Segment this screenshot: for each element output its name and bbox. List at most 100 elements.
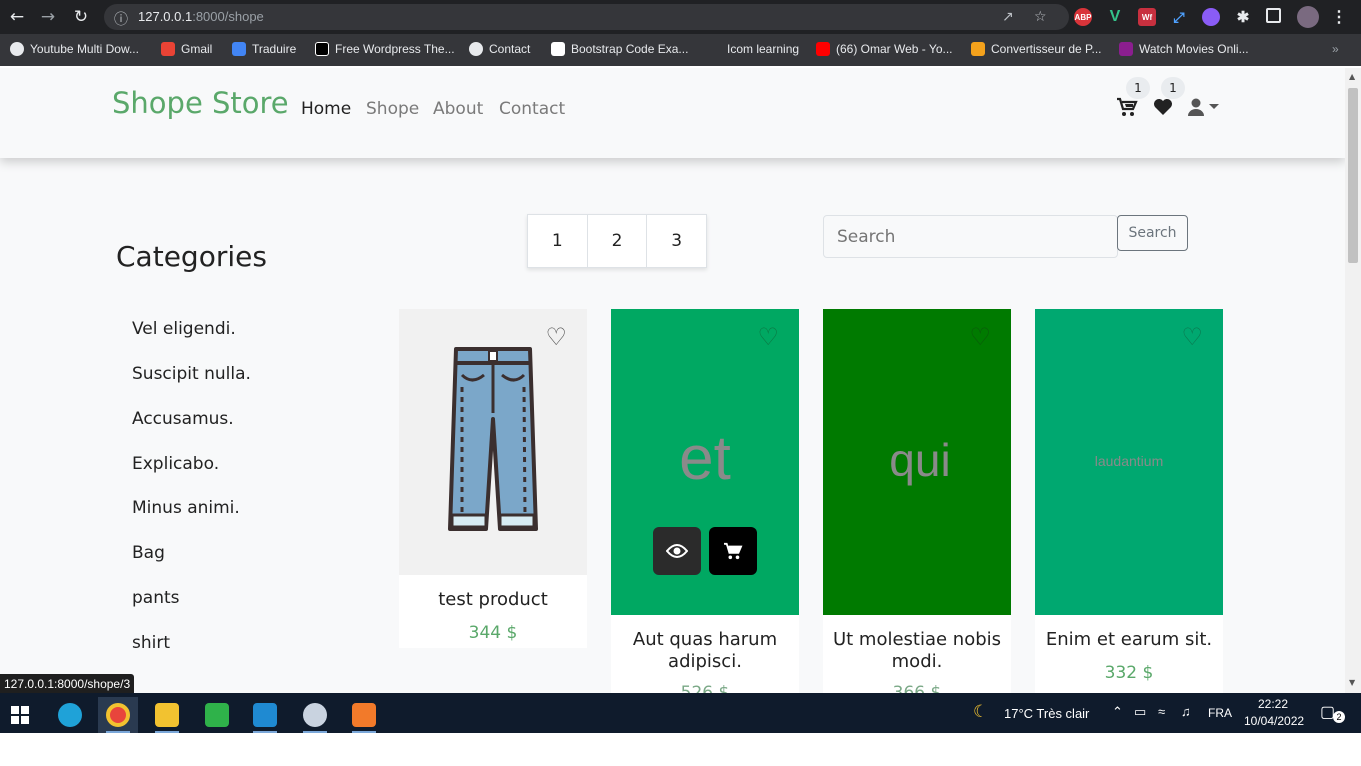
movies-icon <box>1119 42 1133 56</box>
category-item[interactable]: shirt <box>132 633 170 653</box>
product-title[interactable]: Aut quas harum adipisci. <box>611 629 799 673</box>
scroll-thumb[interactable] <box>1348 88 1358 263</box>
categories-title: Categories <box>116 240 267 273</box>
bookmark-item[interactable]: Contact <box>469 42 530 56</box>
chrome-icon[interactable] <box>98 697 138 733</box>
product-image[interactable]: et <box>611 309 799 615</box>
bookmark-item[interactable]: (66) Omar Web - Yo... <box>816 42 953 56</box>
more-bookmarks-icon[interactable]: » <box>1332 42 1339 56</box>
bookmark-item[interactable]: Watch Movies Onli... <box>1119 42 1249 56</box>
clock-date[interactable]: 10/04/2022 <box>1244 714 1304 728</box>
vscode-icon[interactable] <box>245 697 285 733</box>
bookmark-item[interactable]: Free Wordpress The... <box>315 42 455 56</box>
add-to-cart-button[interactable] <box>709 527 757 575</box>
sidepanel-icon[interactable] <box>1266 8 1281 23</box>
product-card[interactable]: laudantium ♡ Enim et earum sit. 332 $ <box>1035 309 1223 693</box>
clock-time[interactable]: 22:22 <box>1258 697 1288 711</box>
category-item[interactable]: Bag <box>132 543 165 563</box>
brand-logo[interactable]: Shope Store <box>112 86 289 120</box>
gmail-icon <box>161 42 175 56</box>
forward-icon[interactable]: → <box>37 6 59 28</box>
expand-icon[interactable]: ⤢ <box>1170 8 1188 26</box>
camtasia-icon[interactable] <box>197 697 237 733</box>
share-icon[interactable]: ↗ <box>1002 9 1014 25</box>
wishlist-heart-outline-icon[interactable]: ♡ <box>969 323 991 351</box>
search-input[interactable] <box>823 215 1118 258</box>
bookmark-star-icon[interactable]: ☆ <box>1034 9 1047 25</box>
tray-chevron-icon[interactable]: ⌃ <box>1112 704 1123 720</box>
wishlist-heart-outline-icon[interactable]: ♡ <box>1181 323 1203 351</box>
page-link-3[interactable]: 3 <box>647 215 706 267</box>
back-icon[interactable]: ← <box>6 6 28 28</box>
language-indicator[interactable]: FRA <box>1208 706 1232 720</box>
bookmark-item[interactable]: Icom learning <box>727 42 799 56</box>
category-item[interactable]: pants <box>132 588 180 608</box>
page-link-1[interactable]: 1 <box>528 215 588 267</box>
globe-icon <box>469 42 483 56</box>
product-title[interactable]: Enim et earum sit. <box>1035 629 1223 651</box>
nav-shope[interactable]: Shope <box>366 99 419 119</box>
notification-count: 2 <box>1333 711 1345 723</box>
cart-icon <box>724 542 743 560</box>
weather-text[interactable]: 17°C Très clair <box>1004 706 1089 721</box>
bookmark-item[interactable]: Bootstrap Code Exa... <box>551 42 688 56</box>
puzzle-icon[interactable]: ✱ <box>1234 8 1252 26</box>
product-card[interactable]: et ♡ Aut quas harum adipisci. 526 $ <box>611 309 799 693</box>
app-icon[interactable] <box>295 697 335 733</box>
eye-icon <box>666 544 688 558</box>
menu-dots-icon[interactable]: ⋮ <box>1330 8 1348 26</box>
cart-icon[interactable] <box>1116 97 1138 122</box>
windows-start-icon[interactable] <box>0 697 40 733</box>
nav-home[interactable]: Home <box>301 99 351 119</box>
category-item[interactable]: Accusamus. <box>132 409 234 429</box>
volume-icon[interactable]: ♫ <box>1181 704 1191 719</box>
blank-area <box>0 733 1361 766</box>
xampp-icon[interactable] <box>344 697 384 733</box>
bootstrap-icon <box>551 42 565 56</box>
file-explorer-icon[interactable] <box>147 697 187 733</box>
category-item[interactable]: Minus animi. <box>132 498 240 518</box>
tl-icon <box>315 42 329 56</box>
edge-icon[interactable] <box>50 697 90 733</box>
product-image[interactable]: laudantium <box>1035 309 1223 615</box>
battery-icon[interactable]: ▭ <box>1134 704 1146 720</box>
page-link-2[interactable]: 2 <box>588 215 648 267</box>
scroll-down-icon[interactable]: ▼ <box>1349 678 1355 687</box>
address-bar[interactable]: ⓘ 127.0.0.1:8000/shope ↗ ☆ <box>104 4 1069 30</box>
page-scrollbar[interactable]: ▲ ▼ <box>1345 68 1361 693</box>
product-image[interactable]: qui <box>823 309 1011 615</box>
bookmark-item[interactable]: Convertisseur de P... <box>971 42 1102 56</box>
info-icon[interactable]: ⓘ <box>114 9 128 29</box>
wishlist-heart-outline-icon[interactable]: ♡ <box>545 323 567 351</box>
bookmark-item[interactable]: Youtube Multi Dow... <box>10 42 139 56</box>
product-card[interactable]: qui ♡ Ut molestiae nobis modi. 366 $ <box>823 309 1011 693</box>
bookmarks-bar: Youtube Multi Dow... Gmail Traduire Free… <box>0 34 1361 66</box>
product-title[interactable]: test product <box>399 589 587 611</box>
adblock-icon[interactable]: ABP <box>1074 8 1092 26</box>
product-card[interactable]: ♡ test product 344 $ <box>399 309 587 648</box>
placeholder-text: et <box>679 423 731 493</box>
nav-contact[interactable]: Contact <box>499 99 565 119</box>
user-menu-icon[interactable] <box>1187 97 1221 121</box>
bookmark-item[interactable]: Gmail <box>161 42 212 56</box>
extension-v-icon[interactable]: V <box>1106 8 1124 26</box>
wishlist-heart-icon[interactable] <box>1153 97 1173 121</box>
category-item[interactable]: Suscipit nulla. <box>132 364 251 384</box>
site-navbar: Shope Store Home Shope About Contact 1 1 <box>0 68 1345 158</box>
reload-icon[interactable]: ↻ <box>70 6 92 28</box>
wishlist-heart-outline-icon[interactable]: ♡ <box>757 323 779 351</box>
category-item[interactable]: Vel eligendi. <box>132 319 236 339</box>
quick-view-button[interactable] <box>653 527 701 575</box>
search-button[interactable]: Search <box>1117 215 1188 251</box>
url-text: 127.0.0.1:8000/shope <box>138 9 264 24</box>
profile-avatar[interactable] <box>1297 6 1319 28</box>
category-item[interactable]: Explicabo. <box>132 454 219 474</box>
bookmark-item[interactable]: Traduire <box>232 42 296 56</box>
moon-icon[interactable]: ☾ <box>973 702 988 722</box>
extension-purple-icon[interactable] <box>1202 8 1220 26</box>
wifi-icon[interactable]: ≈ <box>1158 704 1165 719</box>
scroll-up-icon[interactable]: ▲ <box>1349 72 1355 81</box>
whatfont-icon[interactable]: Wf <box>1138 8 1156 26</box>
product-title[interactable]: Ut molestiae nobis modi. <box>823 629 1011 673</box>
nav-about[interactable]: About <box>433 99 483 119</box>
